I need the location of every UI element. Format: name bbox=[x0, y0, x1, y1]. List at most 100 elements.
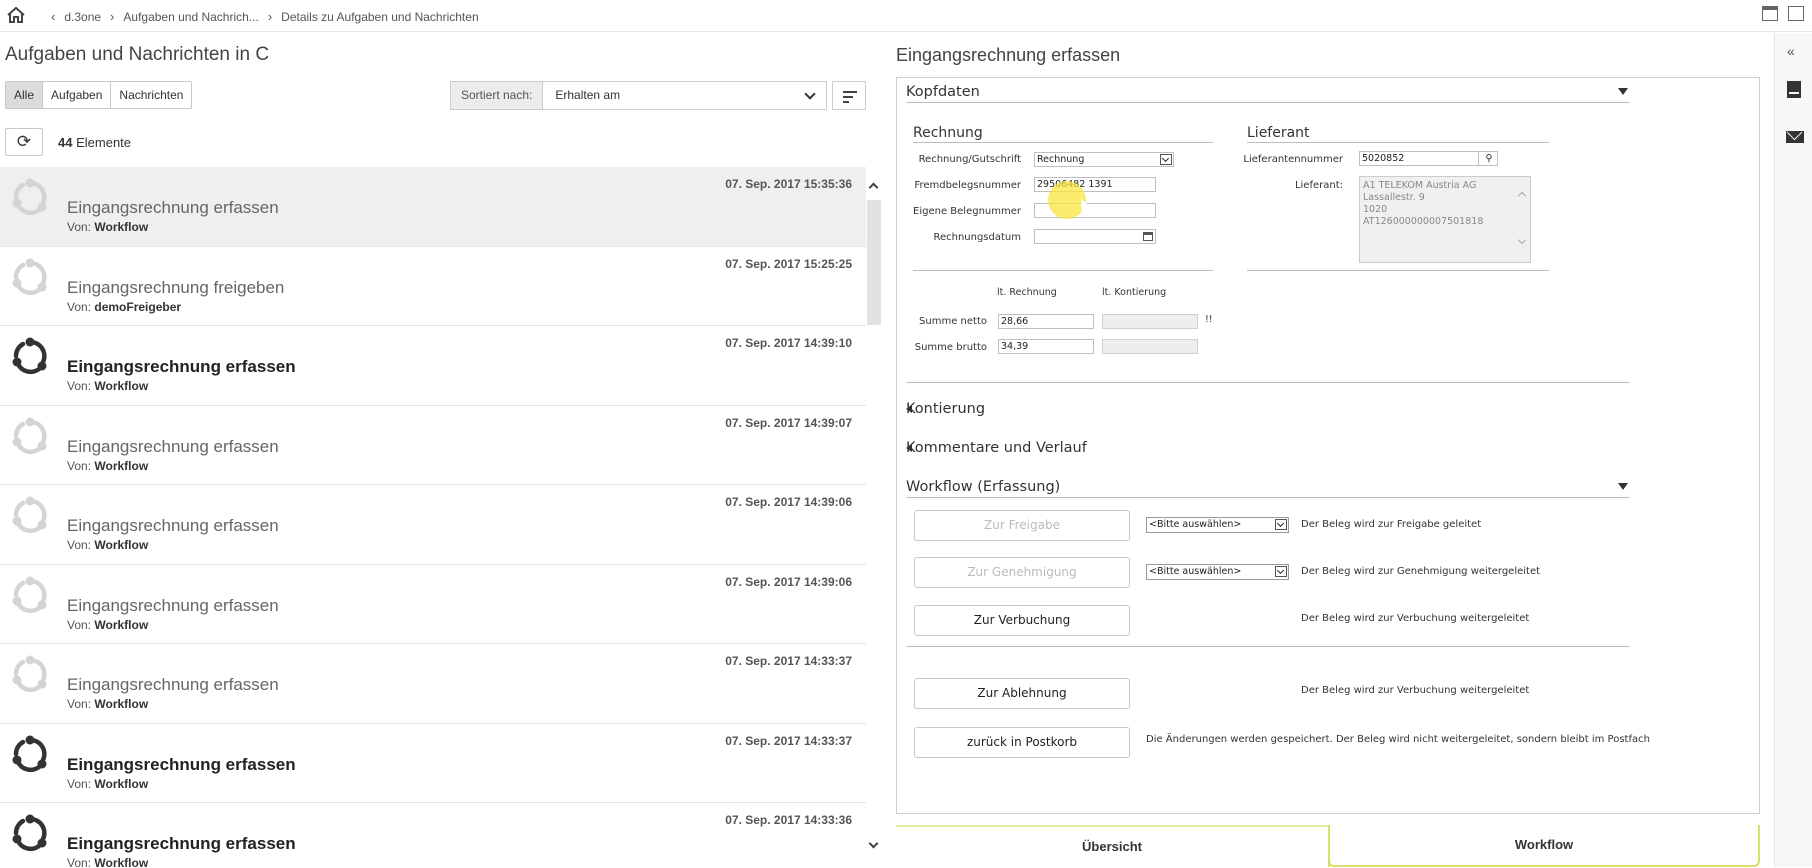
scroll-up-icon[interactable] bbox=[868, 182, 879, 193]
item-sender: Von: demoFreigeber bbox=[67, 299, 182, 314]
refresh-icon: ⟳ bbox=[16, 132, 32, 151]
filter-alle[interactable]: Alle bbox=[6, 82, 44, 108]
lieferantennummer-input[interactable]: 5020852 bbox=[1359, 151, 1479, 166]
zur-ablehnung-desc: Der Beleg wird zur Verbuchung weitergele… bbox=[1301, 685, 1530, 696]
breadcrumb-item[interactable]: d.3one bbox=[64, 10, 101, 24]
invoice-form: Kopfdaten Rechnung Lieferant Rechnung/Gu… bbox=[896, 77, 1760, 814]
genehmigung-select[interactable]: <Bitte auswählen> bbox=[1146, 564, 1289, 580]
zur-verbuchung-button[interactable]: Zur Verbuchung bbox=[914, 605, 1130, 636]
scroll-up-icon[interactable] bbox=[1517, 191, 1527, 201]
task-list-panel: Aufgaben und Nachrichten in C Alle Aufga… bbox=[0, 33, 866, 867]
breadcrumb: ‹ d.3one › Aufgaben und Nachrich... › De… bbox=[42, 9, 479, 24]
zur-genehmigung-button[interactable]: Zur Genehmigung bbox=[914, 557, 1130, 588]
item-title: Eingangsrechnung erfassen bbox=[67, 595, 279, 615]
document-icon[interactable] bbox=[1787, 81, 1801, 98]
maximize-icon[interactable] bbox=[1762, 6, 1778, 21]
rechnungsdatum-input[interactable] bbox=[1034, 229, 1156, 244]
rechnungsdatum-label: Rechnungsdatum bbox=[933, 232, 1021, 243]
expand-triangle-icon[interactable] bbox=[906, 444, 912, 452]
breadcrumb-item[interactable]: Aufgaben und Nachrich... bbox=[123, 10, 258, 24]
calendar-icon[interactable] bbox=[1143, 232, 1153, 241]
workflow-task-icon bbox=[12, 258, 47, 295]
freigabe-select[interactable]: <Bitte auswählen> bbox=[1146, 517, 1289, 533]
workflow-task-icon bbox=[12, 417, 47, 454]
list-item[interactable]: Eingangsrechnung erfassen Von: Workflow 07… bbox=[0, 406, 866, 485]
item-date: 07. Sep. 2017 14:33:36 bbox=[725, 813, 852, 827]
breadcrumb-item-current: Details zu Aufgaben und Nachrichten bbox=[281, 9, 479, 24]
list-scrollbar[interactable] bbox=[866, 168, 881, 868]
refresh-button[interactable]: ⟳ bbox=[5, 128, 43, 156]
popout-icon[interactable] bbox=[1788, 6, 1804, 21]
back-chevron-icon[interactable]: ‹ bbox=[51, 9, 55, 24]
item-title: Eingangsrechnung erfassen bbox=[67, 675, 279, 694]
collapse-triangle-icon[interactable] bbox=[1618, 483, 1628, 490]
item-title: Eingangsrechnung erfassen bbox=[67, 198, 279, 217]
tab-uebersicht[interactable]: Übersicht bbox=[896, 825, 1328, 867]
top-bar: ‹ d.3one › Aufgaben und Nachrich... › De… bbox=[0, 0, 1812, 32]
item-date: 07. Sep. 2017 14:39:06 bbox=[725, 495, 852, 509]
summe-netto-label: Summe netto bbox=[919, 316, 987, 327]
chevron-right-icon: › bbox=[110, 9, 115, 24]
col-lt-rechnung: lt. Rechnung bbox=[997, 287, 1057, 298]
detail-tabs: Übersicht Workflow bbox=[896, 825, 1760, 867]
item-title: Eingangsrechnung erfassen bbox=[67, 516, 279, 535]
item-title: Eingangsrechnung erfassen bbox=[67, 436, 279, 456]
chevron-right-icon: › bbox=[267, 9, 273, 24]
section-workflow[interactable]: Workflow (Erfassung) bbox=[906, 479, 1630, 498]
zur-freigabe-button[interactable]: Zur Freigabe bbox=[914, 510, 1130, 541]
chevron-down-icon bbox=[1275, 519, 1287, 530]
item-sender: Von: Workflow bbox=[67, 379, 149, 393]
list-item[interactable]: Eingangsrechnung erfassen Von: Workflow 07… bbox=[0, 485, 866, 565]
mail-icon[interactable] bbox=[1786, 131, 1804, 143]
list-item[interactable]: Eingangsrechnung erfassen Von: Workflow 07… bbox=[0, 803, 866, 867]
section-kopfdaten[interactable]: Kopfdaten bbox=[906, 84, 1630, 103]
section-kommentare[interactable]: Kommentare und Verlauf bbox=[906, 440, 1630, 458]
workflow-task-icon bbox=[12, 337, 47, 375]
rechnung-gutschrift-label: Rechnung/Gutschrift bbox=[918, 154, 1021, 165]
scroll-down-icon[interactable] bbox=[1517, 235, 1527, 245]
workflow-task-icon bbox=[12, 814, 47, 852]
zur-genehmigung-desc: Der Beleg wird zur Genehmigung weitergel… bbox=[1301, 566, 1541, 577]
collapse-triangle-icon[interactable] bbox=[1618, 88, 1628, 95]
lieferant-textarea[interactable]: A1 TELEKOM Austria AG Lassallestr. 9 102… bbox=[1359, 176, 1531, 263]
scroll-down-icon[interactable] bbox=[868, 838, 879, 849]
zur-ablehnung-button[interactable]: Zur Ablehnung bbox=[914, 678, 1130, 709]
zur-freigabe-desc: Der Beleg wird zur Freigabe geleitet bbox=[1301, 519, 1482, 530]
sort-direction-button[interactable] bbox=[832, 81, 866, 110]
list-item[interactable]: Eingangsrechnung erfassen Von: Workflow 07… bbox=[0, 167, 866, 247]
summe-netto-kontierung bbox=[1102, 314, 1198, 329]
item-sender: Von: Workflow bbox=[67, 220, 149, 234]
zurueck-desc: Die Änderungen werden gespeichert. Der B… bbox=[1146, 734, 1650, 745]
rechnung-gutschrift-select[interactable]: Rechnung bbox=[1034, 152, 1174, 167]
sort-control: Sortiert nach: Erhalten am bbox=[450, 81, 866, 110]
item-title: Eingangsrechnung freigeben bbox=[67, 277, 285, 297]
summe-netto-input[interactable]: 28,66 bbox=[998, 314, 1094, 329]
scroll-thumb[interactable] bbox=[867, 200, 881, 325]
zurueck-in-postkorb-button[interactable]: zurück in Postkorb bbox=[914, 727, 1130, 758]
sort-value: Erhalten am bbox=[555, 88, 621, 102]
lieferant-label: Lieferant: bbox=[1294, 180, 1343, 191]
expand-triangle-icon[interactable] bbox=[906, 405, 912, 413]
list-item[interactable]: Eingangsrechnung erfassen Von: Workflow 07… bbox=[0, 565, 866, 644]
summe-brutto-input[interactable]: 34,39 bbox=[998, 339, 1094, 354]
tab-workflow[interactable]: Workflow bbox=[1328, 825, 1760, 867]
list-item[interactable]: Eingangsrechnung erfassen Von: Workflow 07… bbox=[0, 644, 866, 724]
item-date: 07. Sep. 2017 14:33:37 bbox=[725, 733, 852, 748]
sort-select[interactable]: Erhalten am bbox=[543, 81, 827, 110]
search-button[interactable]: ⚲ bbox=[1478, 151, 1498, 166]
home-icon[interactable] bbox=[6, 6, 26, 24]
filter-aufgaben[interactable]: Aufgaben bbox=[43, 82, 112, 108]
fremdbelegsnummer-label: Fremdbelegsnummer bbox=[914, 180, 1021, 191]
collapse-double-chevron-icon[interactable]: « bbox=[1787, 43, 1795, 59]
section-kontierung[interactable]: Kontierung bbox=[906, 401, 1630, 419]
panel-title: Aufgaben und Nachrichten in C bbox=[5, 44, 270, 65]
list-item[interactable]: Eingangsrechnung erfassen Von: Workflow 07… bbox=[0, 724, 866, 803]
zur-verbuchung-desc: Der Beleg wird zur Verbuchung weitergele… bbox=[1301, 613, 1530, 624]
item-title: Eingangsrechnung erfassen bbox=[67, 357, 296, 376]
task-list: Eingangsrechnung erfassen Von: Workflow 07… bbox=[0, 167, 866, 867]
list-item[interactable]: Eingangsrechnung erfassen Von: Workflow 07… bbox=[0, 326, 866, 406]
item-sender: Von: Workflow bbox=[67, 458, 149, 473]
group-rechnung: Rechnung bbox=[913, 125, 1213, 143]
filter-nachrichten[interactable]: Nachrichten bbox=[111, 82, 191, 108]
list-item[interactable]: Eingangsrechnung freigeben Von: demoFreig… bbox=[0, 247, 866, 326]
